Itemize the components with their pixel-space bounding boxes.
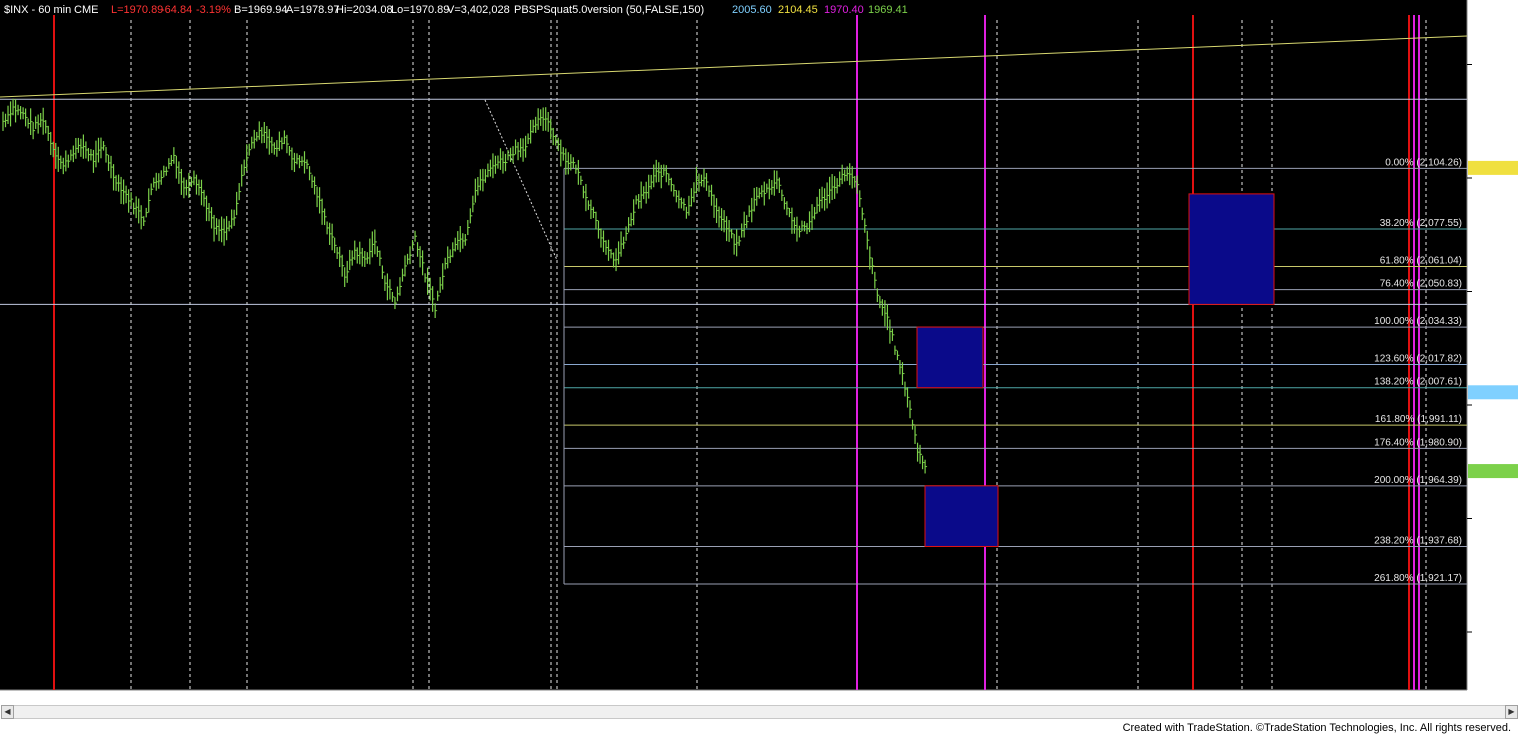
header-ask: A=1978.97 bbox=[286, 4, 340, 16]
scroll-right-button[interactable]: ▶ bbox=[1505, 705, 1518, 719]
fib-label: 100.00% (2,034.33) bbox=[1374, 316, 1462, 327]
tradestation-chart-window: 0.00% (2,104.26) 38.20% (2,077.55) 61.80% … bbox=[0, 0, 1519, 736]
fib-label: 76.40% (2,050.83) bbox=[1380, 279, 1462, 290]
header-bid: B=1969.94 bbox=[234, 4, 288, 16]
price-tag-bg bbox=[1468, 385, 1518, 400]
fib-label: 200.00% (1,964.39) bbox=[1374, 475, 1462, 486]
fib-label: 238.20% (1,937.68) bbox=[1374, 535, 1462, 546]
header-ind-v3: 1970.40 bbox=[824, 4, 864, 16]
fib-label: 0.00% (2,104.26) bbox=[1385, 157, 1462, 168]
header-indicator: PBSPSquat5.0version (50,FALSE,150) bbox=[514, 4, 704, 16]
header-symbol: $INX - 60 min bbox=[4, 4, 71, 16]
header-change: -64.84 bbox=[161, 4, 192, 16]
fib-label: 161.80% (1,991.11) bbox=[1375, 414, 1462, 425]
header-high: Hi=2034.08 bbox=[336, 4, 393, 16]
fib-label: 138.20% (2,007.61) bbox=[1374, 377, 1462, 388]
header-ind-v2: 2104.45 bbox=[778, 4, 818, 16]
header-ind-v4: 1969.41 bbox=[868, 4, 908, 16]
header-low: Lo=1970.89 bbox=[391, 4, 449, 16]
fib-label: 123.60% (2,017.82) bbox=[1374, 354, 1462, 365]
b-target-box bbox=[1188, 193, 1275, 305]
header-change-pct: -3.19% bbox=[196, 4, 231, 16]
header-last: L=1970.89 bbox=[111, 4, 163, 16]
time-axis-panel bbox=[0, 690, 1519, 705]
price-tag-bg bbox=[1468, 160, 1518, 175]
header-volume: V=3,402,028 bbox=[447, 4, 510, 16]
fib-label: 261.80% (1,921.17) bbox=[1374, 573, 1462, 584]
header-ind-v1: 2005.60 bbox=[732, 4, 772, 16]
copyright-footer: Created with TradeStation. ©TradeStation… bbox=[1122, 722, 1511, 734]
price-axis-panel bbox=[1467, 0, 1519, 690]
price-tag-bg bbox=[1468, 464, 1518, 479]
header-exchange: CME bbox=[74, 4, 98, 16]
chart-background bbox=[0, 0, 1519, 705]
fib-label: 61.80% (2,061.04) bbox=[1380, 255, 1462, 266]
resistance-box bbox=[916, 326, 984, 389]
price-chart[interactable]: 0.00% (2,104.26) 38.20% (2,077.55) 61.80% … bbox=[0, 0, 1519, 736]
scroll-left-button[interactable]: ◀ bbox=[1, 705, 14, 719]
fib-label: 38.20% (2,077.55) bbox=[1380, 218, 1462, 229]
fib-label: 176.40% (1,980.90) bbox=[1374, 437, 1462, 448]
horizontal-scrollbar[interactable] bbox=[14, 705, 1505, 719]
support-box bbox=[924, 485, 999, 547]
